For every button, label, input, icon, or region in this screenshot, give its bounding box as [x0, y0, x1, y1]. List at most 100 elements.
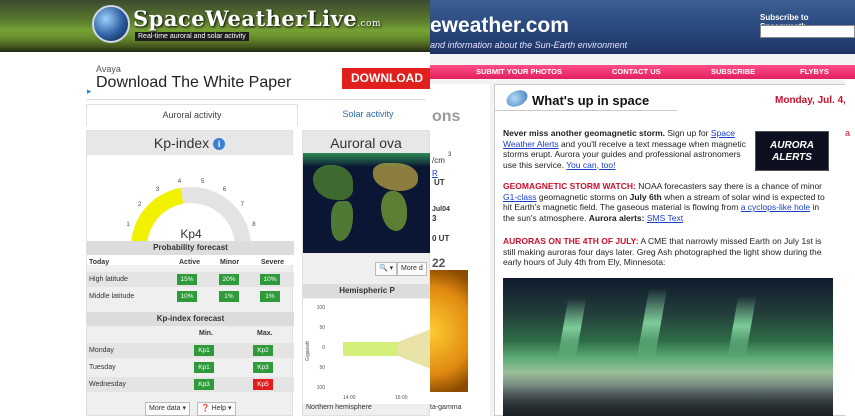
you-can-too-link[interactable]: You can, too! [566, 160, 615, 170]
aurora-alerts-banner[interactable]: AURORA ALERTS [755, 131, 829, 171]
kp-max-badge: Kp3 [253, 362, 273, 373]
ad-download-button[interactable]: DOWNLOAD [342, 68, 430, 89]
left-fragment: 22 [432, 256, 446, 270]
aurora-streak [727, 296, 757, 356]
left-fragment: 3 [432, 214, 437, 223]
left-fragment: ons [432, 108, 461, 125]
nav-contact-us[interactable]: CONTACT US [612, 65, 661, 79]
left-fragment[interactable]: R [432, 169, 438, 178]
kp-forecast-header-row: Min. Max. [87, 326, 294, 341]
ad-title[interactable]: Download The White Paper [96, 74, 291, 92]
g1-class-link[interactable]: G1-class [503, 192, 537, 202]
sw-site-subtitle: and information about the Sun-Earth envi… [430, 40, 628, 50]
y-tick: 50 [319, 325, 325, 331]
left-fragment: 3 [448, 152, 452, 158]
aurora-band [303, 153, 430, 167]
kp-max-badge: Kp5 [253, 379, 273, 390]
gauge-scale-label: 4 [178, 179, 182, 185]
left-fragment: Jul04 [432, 206, 450, 213]
table-row: Middle latitude 10% 1% 1% [87, 289, 294, 304]
whats-up-card: What's up in space Monday, Jul. 4, 20 Ne… [494, 84, 855, 416]
continent-shape [313, 165, 353, 200]
header-severe: Severe [261, 259, 284, 266]
auroras-paragraph: AURORAS ON THE 4TH OF JULY: A CME that n… [503, 236, 833, 268]
cyclops-hole-link[interactable]: a cyclops-like hole [741, 202, 810, 212]
text: Sign up for [665, 128, 711, 138]
x-tick: 16:00 [395, 395, 408, 401]
swl-logo-title[interactable]: SpaceWeatherLive.com [133, 6, 381, 31]
auroras-heading: AURORAS ON THE 4TH OF JULY: [503, 236, 639, 246]
zoom-button[interactable]: 🔍 ▾ [375, 262, 398, 276]
left-fragment: /cm [432, 156, 445, 165]
more-data-button[interactable]: More data ▾ [145, 402, 190, 416]
advertisement[interactable]: Avaya Download The White Paper DOWNLOAD [86, 58, 430, 100]
probability-badge: 10% [177, 291, 197, 302]
tab-solar-activity[interactable]: Solar activity [298, 104, 430, 126]
left-fragment: UT [434, 178, 445, 187]
spaceweatherlive-page: SpaceWeatherLive.com Real-time auroral a… [0, 0, 430, 416]
right-edge-strip: a [845, 80, 855, 416]
nav-submit-photos[interactable]: SUBMIT YOUR PHOTOS [476, 65, 562, 79]
kp-index-title: Kp-index i [87, 131, 292, 155]
hemispheric-power-chart: 100 50 0 50 100 14:00 16:00 Gigawatt [303, 299, 430, 404]
kp-index-panel: Kp-index i 0123456789 Kp4 15-18 UTC Prob… [86, 130, 294, 416]
probability-badge: 10% [260, 274, 280, 285]
hemispheric-power-title: Hemispheric P [303, 284, 430, 298]
kp-value-label: Kp4 [180, 227, 202, 241]
forecast-day: Wednesday [89, 381, 126, 388]
table-row: Wednesday Kp3 Kp5 [87, 377, 294, 392]
left-fragment: 0 UT [432, 234, 450, 243]
whats-up-tab: What's up in space [495, 85, 677, 111]
auroral-oval-map[interactable] [303, 153, 430, 253]
gauge-scale-label: 1 [126, 222, 130, 228]
header-today: Today [89, 259, 110, 266]
nav-subscribe[interactable]: SUBSCRIBE [711, 65, 755, 79]
kp-min-badge: Kp1 [194, 345, 214, 356]
sms-text-link[interactable]: SMS Text [647, 213, 683, 223]
table-row: High latitude 15% 20% 10% [87, 272, 294, 287]
x-tick: 14:00 [343, 395, 356, 401]
auroral-oval-title: Auroral ova [303, 131, 429, 155]
kp-forecast-title: Kp-index forecast [87, 312, 294, 326]
power-band-trend [398, 329, 430, 369]
northern-hemisphere-label: Northern hemisphere [306, 404, 372, 411]
header-minor: Minor [220, 259, 240, 266]
tab-auroral-activity[interactable]: Auroral activity [86, 104, 298, 126]
storm-watch-paragraph: GEOMAGNETIC STORM WATCH: NOAA forecaster… [503, 181, 833, 223]
globe-logo-icon[interactable] [92, 5, 130, 43]
power-band-north [343, 342, 398, 356]
gauge-fill [131, 187, 184, 247]
probability-header-row: Today Active Minor Severe [87, 255, 294, 270]
ad-brand: Avaya [96, 64, 121, 74]
text: NOAA forecasters say there is a chance o… [635, 181, 822, 191]
probability-badge: 15% [177, 274, 197, 285]
gauge-scale-label: 3 [156, 187, 160, 193]
aurora-streak [557, 298, 587, 358]
nav-flybys[interactable]: FLYBYS [800, 65, 829, 79]
sun-image[interactable] [430, 270, 468, 392]
more-data-button[interactable]: More d [397, 262, 427, 276]
activity-tabs: Auroral activity Solar activity [86, 104, 430, 126]
probability-badge: 1% [260, 291, 280, 302]
header-min: Min. [199, 330, 213, 337]
text-bold: Aurora alerts: [588, 212, 645, 223]
kp-min-badge: Kp1 [194, 362, 214, 373]
subscribe-input[interactable] [760, 25, 855, 38]
alerts-heading: Never miss another geomagnetic storm. [503, 128, 666, 138]
gauge-scale-label: 6 [223, 187, 227, 193]
storm-watch-heading: GEOMAGNETIC STORM WATCH: [503, 181, 636, 191]
header-active: Active [179, 259, 201, 266]
sw-site-title[interactable]: eweather.com [430, 14, 569, 38]
spaceweather-page: eweather.com and information about the S… [430, 0, 855, 416]
continent-shape [331, 201, 353, 241]
info-icon[interactable]: i [213, 138, 226, 150]
adchoices-icon[interactable]: ▸ [87, 86, 92, 97]
auroral-oval-panel: Auroral ova 🔍 ▾ More d Hemispheric P 100… [302, 130, 430, 416]
help-button[interactable]: ❓ Help ▾ [197, 402, 236, 416]
aurora-photo[interactable] [503, 278, 833, 416]
foreground-silhouette [503, 387, 833, 416]
current-date: Monday, Jul. 4, 20 [775, 95, 855, 106]
probability-badge: 1% [219, 291, 239, 302]
sw-left-column: ons /cm 3 R UT Jul04 3 0 UT 22 ta-gamma [430, 84, 490, 416]
gauge-scale-label: 2 [138, 202, 142, 208]
